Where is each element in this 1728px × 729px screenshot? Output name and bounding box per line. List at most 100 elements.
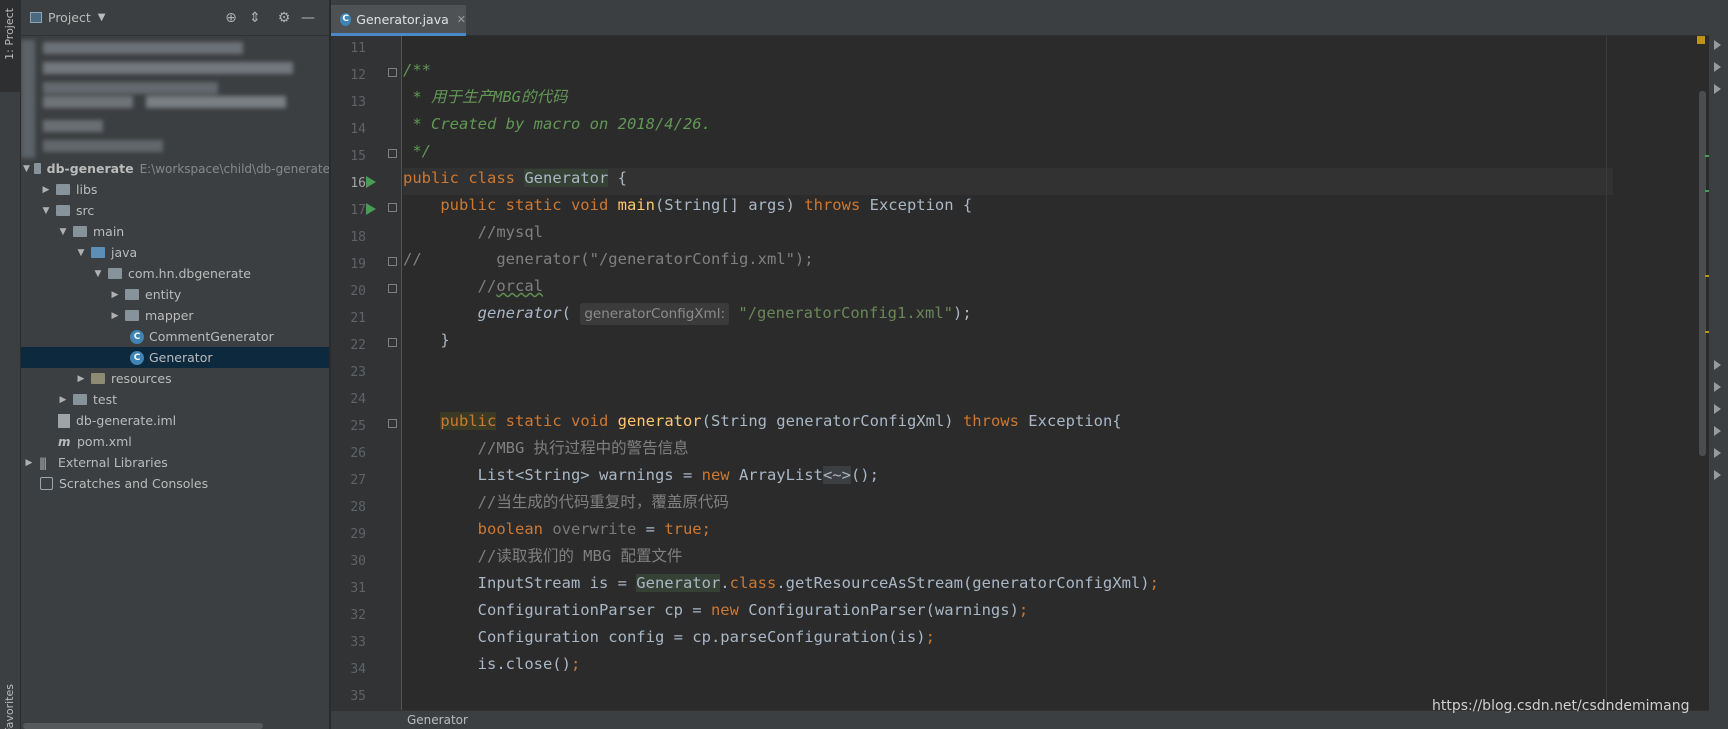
editor-gutter: 11 12 13 14 15 16 17 18 19 20 21 22 23 2… [331,36,402,710]
tree-item-mapper[interactable]: ▶ mapper [21,305,329,326]
tree-item-label: libs [76,182,98,197]
line-number: 30 [350,554,366,569]
tree-item-commentgenerator[interactable]: C CommentGenerator [21,326,329,347]
parameter-hint: generatorConfigXml: [580,303,730,325]
tree-item-external-libraries[interactable]: ▶ ||| External Libraries [21,452,329,473]
tree-item-src[interactable]: ▼ src [21,200,329,221]
expanded-arrow-icon[interactable]: ▼ [23,164,30,174]
line-number: 35 [350,689,366,704]
library-icon: ||| [39,455,47,470]
fold-icon[interactable] [388,284,397,293]
horizontal-scrollbar[interactable] [23,723,263,729]
line-number: 31 [350,581,366,596]
expanded-arrow-icon[interactable]: ▼ [75,248,87,258]
code-line-12: /** [403,61,431,79]
tree-item-label: test [93,392,118,407]
line-number: 32 [350,608,366,623]
fold-icon[interactable] [388,149,397,158]
run-main-icon[interactable] [366,203,376,215]
resources-folder-icon [91,373,105,384]
line-number: 17 [350,203,366,218]
expanded-arrow-icon[interactable]: ▼ [92,269,104,279]
tree-item-generator[interactable]: C Generator [21,347,329,368]
code-line-13: * 用于生产MBG的代码 [403,88,568,106]
tab-generator-java[interactable]: C Generator.java ✕ [331,5,466,36]
right-tool-stripe [1709,0,1728,729]
project-view-selector[interactable]: Project [48,10,91,25]
tree-item-label: entity [145,287,182,302]
warning-indicator-icon[interactable] [1697,36,1705,44]
code-line-19: // generator("/generatorConfig.xml"); [403,250,814,268]
tree-item-main[interactable]: ▼ main [21,221,329,242]
tree-item-java[interactable]: ▼ java [21,242,329,263]
expand-right-icon[interactable] [1714,448,1721,458]
expand-right-icon[interactable] [1714,360,1721,370]
collapsed-arrow-icon[interactable]: ▶ [109,290,121,300]
module-folder-icon [33,163,41,174]
vertical-scrollbar[interactable] [1695,36,1709,710]
collapsed-arrow-icon[interactable]: ▶ [57,395,69,405]
line-number: 27 [350,473,366,488]
tree-item-scratches[interactable]: Scratches and Consoles [21,473,329,494]
tree-item-label: com.hn.dbgenerate [128,266,251,281]
expand-right-icon[interactable] [1714,62,1721,72]
tree-item-libs[interactable]: ▶ libs [21,179,329,200]
tree-item-label: mapper [145,308,194,323]
scrollbar-thumb[interactable] [1699,91,1706,456]
line-number: 25 [350,419,366,434]
run-class-icon[interactable] [366,176,376,188]
line-number: 12 [350,68,366,83]
locate-icon[interactable]: ⊕ [222,9,240,27]
tree-item-resources[interactable]: ▶ resources [21,368,329,389]
expand-right-icon[interactable] [1714,382,1721,392]
hide-panel-icon[interactable]: — [299,9,317,27]
redacted-tree-region [21,36,329,158]
gear-icon[interactable]: ⚙ [275,9,293,27]
fold-icon[interactable] [388,338,397,347]
collapsed-arrow-icon[interactable]: ▶ [109,311,121,321]
expand-right-icon[interactable] [1714,40,1721,50]
line-number: 21 [350,311,366,326]
line-number: 26 [350,446,366,461]
collapsed-arrow-icon[interactable]: ▶ [23,458,35,468]
collapse-all-icon[interactable]: ⇕ [246,9,264,27]
line-number: 15 [350,149,366,164]
code-line-31: InputStream is = Generator.class.getReso… [403,574,1159,592]
line-number: 24 [350,392,366,407]
code-line-30: //读取我们的 MBG 配置文件 [403,547,683,565]
collapsed-arrow-icon[interactable]: ▶ [75,374,87,384]
collapsed-arrow-icon[interactable]: ▶ [40,185,52,195]
project-tool-tab[interactable]: 1: Project [0,0,21,92]
code-line-29: boolean overwrite = true; [403,520,711,538]
close-icon[interactable]: ✕ [457,13,466,26]
fold-icon[interactable] [388,419,397,428]
project-panel-header: Project ▼ ⊕ ⇕ ⚙ — [21,0,329,36]
tree-item-label: Generator [149,350,213,365]
favorites-tool-tab[interactable]: 2: Favorites [0,640,21,729]
expanded-arrow-icon[interactable]: ▼ [40,206,52,216]
tree-item-test[interactable]: ▶ test [21,389,329,410]
code-line-14: * Created by macro on 2018/4/26. [403,115,711,133]
fold-icon[interactable] [388,68,397,77]
tree-item-label: src [76,203,95,218]
java-class-icon: C [340,12,352,26]
expand-right-icon[interactable] [1714,84,1721,94]
tab-label: Generator.java [356,11,449,27]
code-line-15: */ [403,142,431,160]
tree-item-iml[interactable]: db-generate.iml [21,410,329,431]
tree-item-db-generate[interactable]: ▼ db-generate E:\workspace\child\db-gene… [21,158,329,179]
chevron-down-icon[interactable]: ▼ [98,12,106,23]
fold-icon[interactable] [388,257,397,266]
expanded-arrow-icon[interactable]: ▼ [57,227,69,237]
tree-item-package[interactable]: ▼ com.hn.dbgenerate [21,263,329,284]
fold-icon[interactable] [388,203,397,212]
tree-item-pom[interactable]: m pom.xml [21,431,329,452]
expand-right-icon[interactable] [1714,470,1721,480]
tree-item-label: CommentGenerator [149,329,274,344]
tree-item-entity[interactable]: ▶ entity [21,284,329,305]
line-number: 13 [350,95,366,110]
code-editor[interactable]: /** * 用于生产MBG的代码 * Created by macro on 2… [403,36,1613,710]
breadcrumb[interactable]: Generator [407,713,468,727]
expand-right-icon[interactable] [1714,426,1721,436]
expand-right-icon[interactable] [1714,404,1721,414]
